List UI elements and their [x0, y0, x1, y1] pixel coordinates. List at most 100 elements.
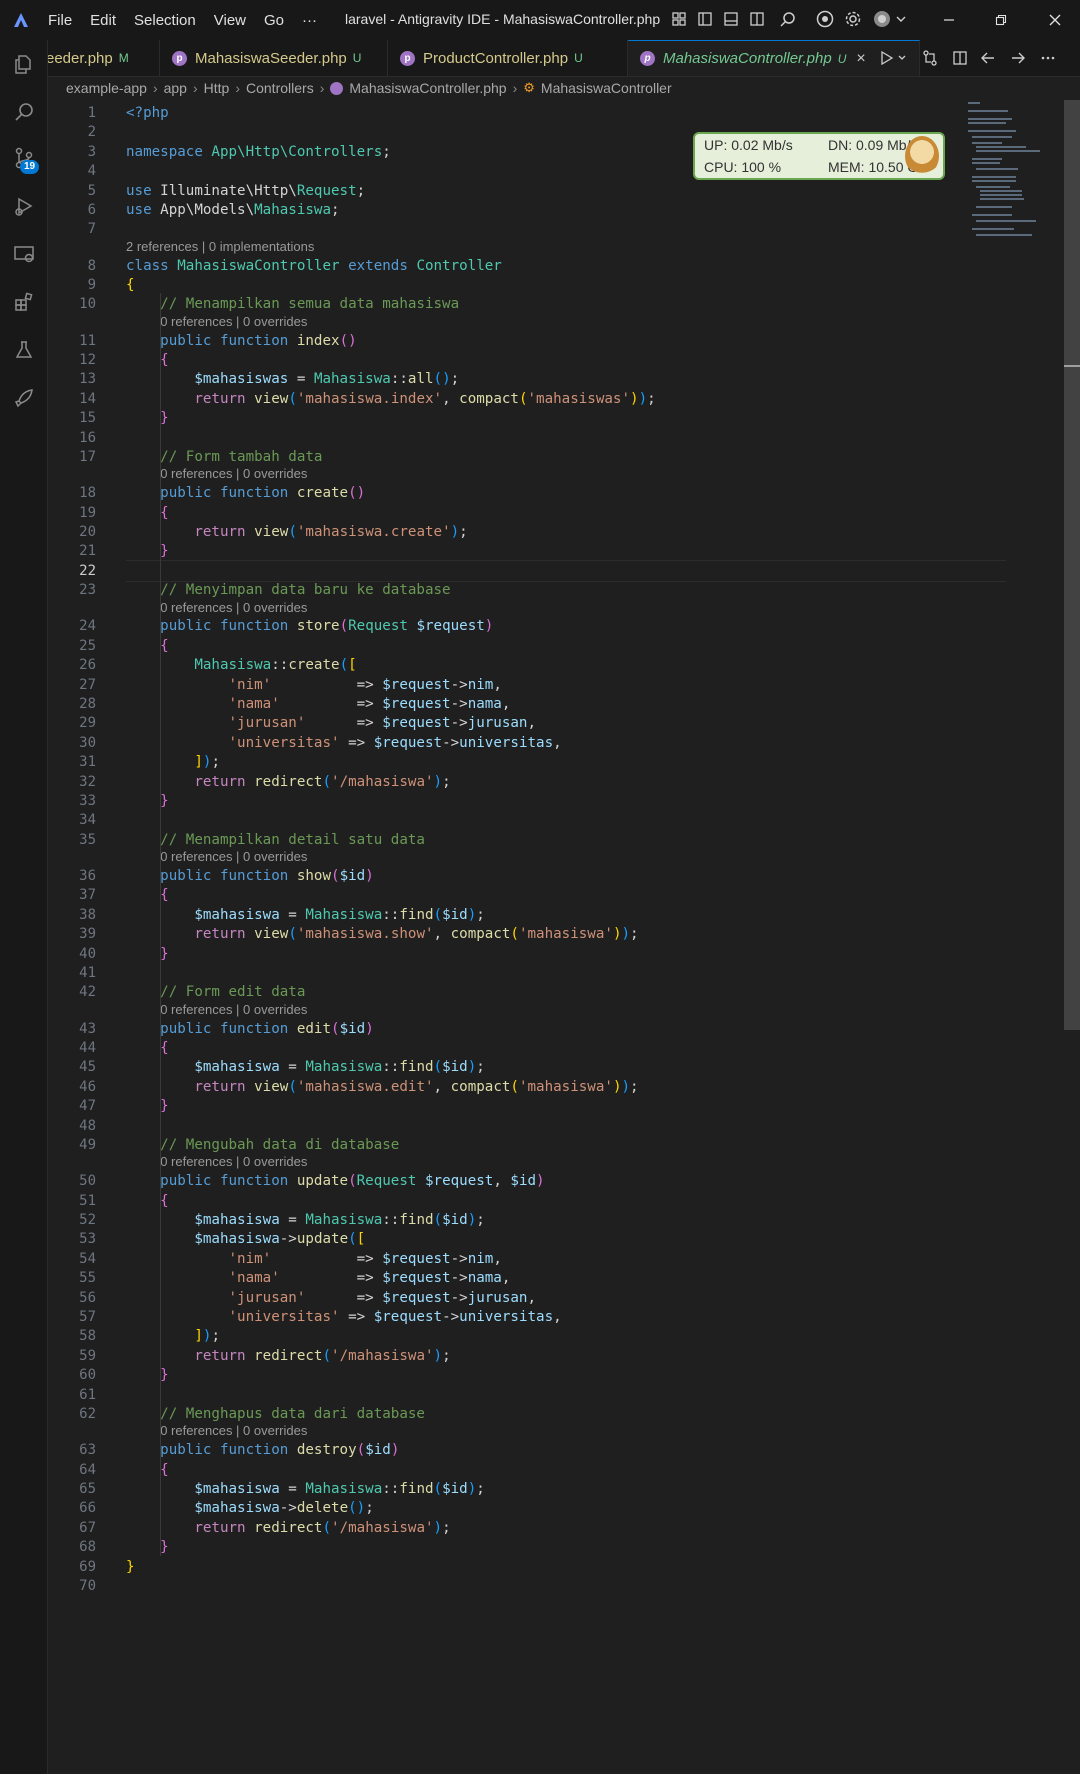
code-token: ->	[450, 1289, 468, 1306]
code-token: 'nama'	[228, 1270, 280, 1287]
code-token: $id	[442, 1481, 468, 1497]
scrollbar-thumb[interactable]	[1064, 100, 1080, 1030]
menu-edit[interactable]: Edit	[90, 12, 116, 29]
code-token: (	[510, 1078, 519, 1095]
code-token: view	[254, 1078, 289, 1095]
code-token: =>	[279, 1270, 383, 1287]
code-token: view	[254, 390, 289, 407]
toggle-sidebar-icon[interactable]	[694, 8, 716, 30]
toggle-panel-icon[interactable]	[720, 8, 742, 30]
line-number: 35	[79, 831, 96, 848]
code-line[interactable]: 35 // Menampilkan detail satu data	[48, 829, 1048, 851]
code-token: $request	[382, 676, 451, 693]
explorer-icon[interactable]	[10, 50, 38, 78]
remote-explorer-icon[interactable]	[10, 240, 38, 268]
code-token: =	[279, 1059, 306, 1076]
breadcrumb-item[interactable]: app	[164, 80, 187, 96]
tab-eeder[interactable]: eeder.php M	[48, 40, 160, 76]
close-tab-icon[interactable]: ×	[856, 50, 865, 68]
run-debug-icon[interactable]	[10, 192, 38, 220]
download-speed: DN: 0.09 Mb/s	[828, 137, 918, 153]
breadcrumb-item[interactable]: MahasiswaController.php	[349, 80, 506, 96]
code-token: }	[160, 1098, 169, 1115]
split-editor-icon[interactable]	[948, 46, 972, 70]
minimap[interactable]	[966, 100, 1056, 240]
antigravity-logo-icon[interactable]	[10, 9, 32, 31]
code-token: $id	[339, 868, 366, 884]
search-icon[interactable]	[10, 98, 38, 126]
code-token: 'nim'	[228, 676, 272, 693]
code-line[interactable]: 62 // Menghapus data dari database	[48, 1403, 1048, 1425]
breadcrumb-item[interactable]: example-app	[66, 80, 147, 96]
code-editor[interactable]: 1 <?php 2 3 namespace App\Http\Controllers; 4…	[48, 100, 1062, 1774]
menu-go[interactable]: Go	[264, 12, 284, 29]
menu-file[interactable]: File	[48, 12, 72, 29]
settings-icon[interactable]	[842, 8, 864, 30]
deploy-icon[interactable]	[10, 384, 38, 412]
code-token: {	[160, 352, 169, 368]
code-token: ,	[527, 1289, 537, 1306]
extensions-icon[interactable]	[10, 288, 38, 316]
code-token: ;	[476, 1481, 485, 1497]
browser-icon[interactable]	[814, 8, 836, 30]
minimize-icon[interactable]	[924, 0, 974, 40]
close-window-icon[interactable]	[1030, 0, 1080, 40]
code-token: redirect	[254, 773, 323, 790]
more-actions-icon[interactable]	[1036, 46, 1060, 70]
code-token: universitas	[459, 1309, 554, 1325]
code-token: $request	[382, 1250, 451, 1267]
run-icon[interactable]	[876, 46, 912, 70]
code-token: ->	[450, 1270, 468, 1287]
code-token: Mahasiswa	[313, 371, 391, 388]
toggle-secondary-sidebar-icon[interactable]	[746, 8, 768, 30]
restore-icon[interactable]	[976, 0, 1026, 40]
code-token: namespace	[126, 143, 212, 160]
code-line[interactable]: 23 // Menyimpan data baru ke database	[48, 579, 1048, 601]
menu-view[interactable]: View	[214, 12, 246, 29]
tab-product-controller[interactable]: p ProductController.php U	[388, 40, 628, 76]
code-token: )	[450, 524, 460, 540]
code-token: (	[322, 1519, 332, 1536]
code-token: update	[296, 1173, 349, 1190]
code-token: (	[288, 926, 297, 943]
code-token: '/mahasiswa'	[331, 773, 434, 790]
code-token: ,	[553, 1309, 562, 1325]
layout-icon[interactable]	[668, 8, 690, 30]
code-text: // Menghapus data dari database	[126, 1403, 425, 1425]
code-token: ()	[433, 371, 451, 388]
php-file-icon: p	[400, 50, 415, 66]
arrow-left-icon[interactable]	[976, 46, 1000, 70]
account-icon[interactable]	[872, 8, 908, 30]
code-token: (	[331, 868, 340, 884]
testing-icon[interactable]	[10, 336, 38, 364]
code-token: )	[433, 1519, 443, 1536]
breadcrumb: example-app › app › Http › Controllers ›…	[66, 77, 672, 99]
code-line[interactable]: 42 // Form edit data	[48, 981, 1048, 1003]
breadcrumb-item[interactable]: MahasiswaController	[541, 80, 672, 96]
tab-mahasiswa-seeder[interactable]: p MahasiswaSeeder.php U	[160, 40, 388, 76]
code-token: $mahasiswas	[194, 371, 289, 388]
breadcrumb-item[interactable]: Controllers	[246, 80, 314, 96]
mascot-avatar-icon	[905, 136, 939, 176]
code-line[interactable]: 10 // Menampilkan semua data mahasiswa	[48, 293, 1048, 315]
arrow-right-icon[interactable]	[1006, 46, 1030, 70]
editor-tabs: eeder.php M p MahasiswaSeeder.php U p Pr…	[48, 40, 1080, 77]
code-line[interactable]: 17 // Form tambah data	[48, 446, 1048, 468]
compare-changes-icon[interactable]	[918, 46, 942, 70]
code-token: =	[288, 371, 314, 388]
breadcrumb-item[interactable]: Http	[204, 80, 230, 96]
code-line[interactable]: 49 // Mengubah data di database	[48, 1134, 1048, 1156]
code-line[interactable]: 7	[48, 218, 1048, 240]
tab-label: eeder.php	[48, 49, 113, 67]
code-token: ::	[382, 1212, 400, 1228]
code-token: MahasiswaController	[177, 257, 349, 274]
menu-selection[interactable]: Selection	[134, 12, 196, 29]
search-icon[interactable]	[776, 8, 798, 30]
code-token: }	[160, 543, 169, 560]
code-token: ,	[493, 676, 502, 693]
code-line[interactable]: 70	[48, 1575, 1048, 1597]
menu-more[interactable]: ···	[302, 12, 317, 29]
